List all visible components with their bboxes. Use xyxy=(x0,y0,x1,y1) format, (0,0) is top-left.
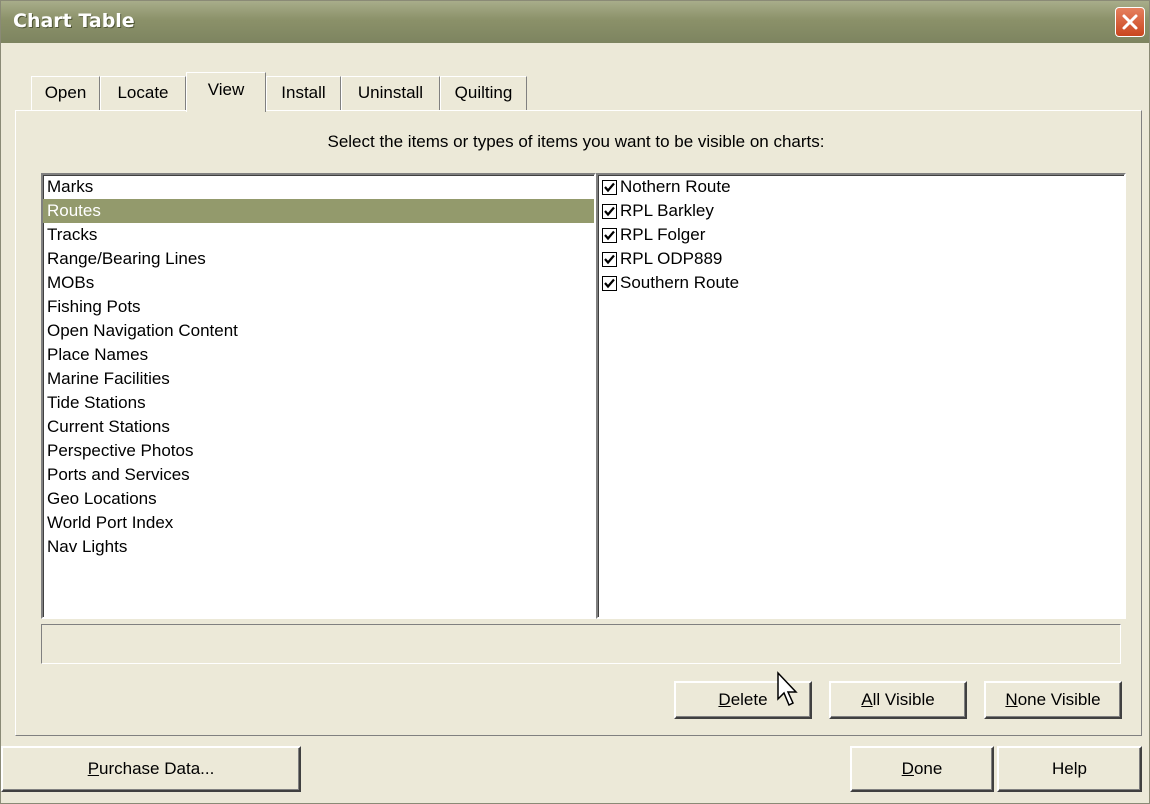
item-type-current-stations[interactable]: Current Stations xyxy=(43,415,594,439)
item-type-nav-lights[interactable]: Nav Lights xyxy=(43,535,594,559)
visible-item-row[interactable]: RPL ODP889 xyxy=(598,247,1124,271)
item-type-ports-and-services[interactable]: Ports and Services xyxy=(43,463,594,487)
visible-item-label: RPL ODP889 xyxy=(620,249,723,268)
visible-item-checkbox[interactable] xyxy=(602,275,617,291)
check-mark-icon xyxy=(604,278,615,288)
check-mark-icon xyxy=(604,206,615,216)
purchase-data-button[interactable]: Purchase Data... xyxy=(1,746,301,792)
item-type-list[interactable]: Marks Routes Tracks Range/Bearing Lines MOBs… xyxy=(41,173,596,619)
visible-item-checkbox[interactable] xyxy=(602,251,617,267)
tab-install[interactable]: Install xyxy=(266,76,341,110)
item-type-tracks[interactable]: Tracks xyxy=(43,223,594,247)
mouse-pointer-icon xyxy=(777,671,798,707)
item-type-marks[interactable]: Marks xyxy=(43,175,594,199)
tab-label: Open xyxy=(44,83,87,102)
visible-item-row[interactable]: RPL Folger xyxy=(598,223,1124,247)
instruction-text: Select the items or types of items you w… xyxy=(327,132,825,151)
title-bar[interactable]: Chart Table xyxy=(1,1,1149,43)
check-mark-icon xyxy=(604,182,615,192)
item-type-range-bearing-lines[interactable]: Range/Bearing Lines xyxy=(43,247,594,271)
help-button-label: Help xyxy=(1052,759,1087,778)
all-visible-button[interactable]: All Visible xyxy=(829,681,967,719)
help-button[interactable]: Help xyxy=(997,746,1142,792)
item-type-place-names[interactable]: Place Names xyxy=(43,343,594,367)
chart-table-window: Chart Table Open Locate View Install Uni… xyxy=(0,0,1150,804)
item-type-list-body: Marks Routes Tracks Range/Bearing Lines MOBs… xyxy=(43,175,594,559)
visible-items-list-body: Nothern Route RPL Barkley RPL Folger RPL OD… xyxy=(598,175,1124,295)
visible-item-row[interactable]: Nothern Route xyxy=(598,175,1124,199)
visible-item-label: Southern Route xyxy=(620,273,740,292)
tab-quilting[interactable]: Quilting xyxy=(440,76,527,110)
visible-item-row[interactable]: Southern Route xyxy=(598,271,1124,295)
none-visible-button[interactable]: None Visible xyxy=(984,681,1122,719)
tab-label: Install xyxy=(281,83,326,102)
delete-button-label: Delete xyxy=(718,690,768,709)
done-button-label: Done xyxy=(901,759,943,778)
visible-item-checkbox[interactable] xyxy=(602,227,617,243)
visible-item-checkbox[interactable] xyxy=(602,203,617,219)
none-visible-button-label: None Visible xyxy=(1005,690,1101,709)
purchase-data-button-label: Purchase Data... xyxy=(87,759,215,778)
visible-item-label: RPL Barkley xyxy=(620,201,714,220)
item-type-geo-locations[interactable]: Geo Locations xyxy=(43,487,594,511)
check-mark-icon xyxy=(604,230,615,240)
visible-item-label: Nothern Route xyxy=(620,177,731,196)
item-type-marine-facilities[interactable]: Marine Facilities xyxy=(43,367,594,391)
done-button[interactable]: Done xyxy=(850,746,994,792)
visible-item-checkbox[interactable] xyxy=(602,179,617,195)
item-type-open-navigation-content[interactable]: Open Navigation Content xyxy=(43,319,594,343)
check-mark-icon xyxy=(604,254,615,264)
close-button[interactable] xyxy=(1115,7,1145,37)
all-visible-button-label: All Visible xyxy=(861,690,935,709)
visible-item-row[interactable]: RPL Barkley xyxy=(598,199,1124,223)
tab-open[interactable]: Open xyxy=(31,76,100,110)
tab-label: Quilting xyxy=(454,83,513,102)
item-type-mobs[interactable]: MOBs xyxy=(43,271,594,295)
tab-view[interactable]: View xyxy=(186,72,266,112)
item-type-routes[interactable]: Routes xyxy=(43,199,594,223)
tab-label: View xyxy=(207,80,245,99)
item-type-world-port-index[interactable]: World Port Index xyxy=(43,511,594,535)
tab-label: Uninstall xyxy=(357,83,424,102)
tab-label: Locate xyxy=(117,83,169,102)
close-x-icon xyxy=(1122,14,1138,30)
tab-uninstall[interactable]: Uninstall xyxy=(341,76,440,110)
item-type-tide-stations[interactable]: Tide Stations xyxy=(43,391,594,415)
status-field xyxy=(41,624,1121,664)
visible-items-list[interactable]: Nothern Route RPL Barkley RPL Folger RPL OD… xyxy=(596,173,1126,619)
item-type-fishing-pots[interactable]: Fishing Pots xyxy=(43,295,594,319)
window-title: Chart Table xyxy=(13,10,135,32)
tab-locate[interactable]: Locate xyxy=(100,76,186,110)
visible-item-label: RPL Folger xyxy=(620,225,706,244)
item-type-perspective-photos[interactable]: Perspective Photos xyxy=(43,439,594,463)
